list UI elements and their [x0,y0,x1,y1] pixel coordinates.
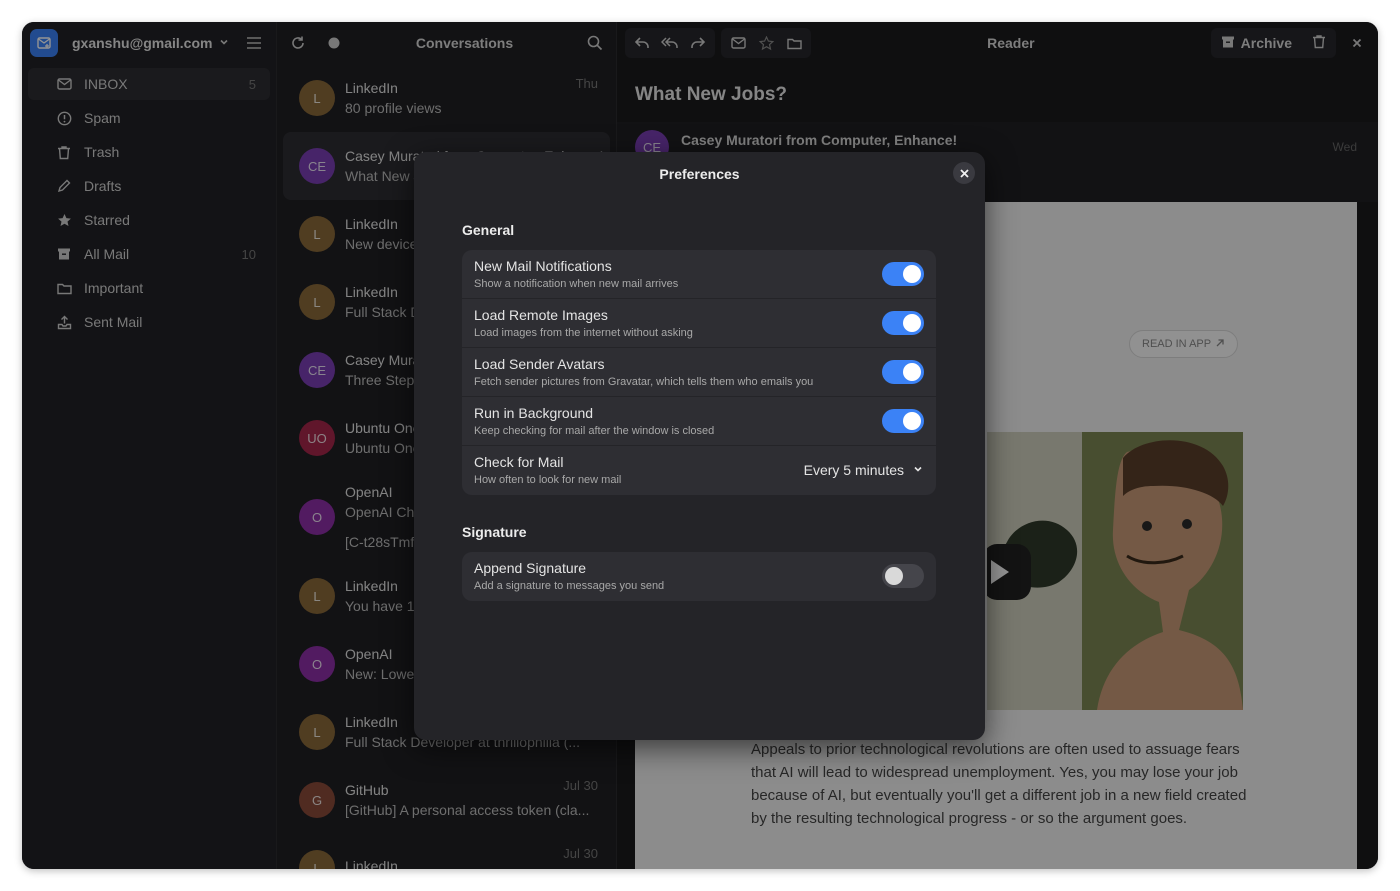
check-interval-dropdown[interactable]: Every 5 minutes [804,462,924,478]
setting-title: Append Signature [474,560,587,576]
setting-load-sender-avatars: Load Sender Avatars Fetch sender picture… [462,348,936,397]
toggle-switch[interactable] [882,262,924,286]
section-title-general: General [462,222,515,238]
dropdown-value: Every 5 minutes [803,462,904,478]
toggle-switch[interactable] [882,311,924,335]
setting-append-signature: Append Signature Add a signature to mess… [462,552,936,601]
toggle-switch[interactable] [882,360,924,384]
section-title-signature: Signature [462,524,527,540]
setting-check-for-mail: Check for Mail How often to look for new… [462,446,936,495]
toggle-knob [903,363,921,381]
close-icon[interactable] [953,162,975,184]
setting-title: Load Remote Images [474,307,608,323]
setting-run-in-background: Run in Background Keep checking for mail… [462,397,936,446]
mail-app-window: gxanshu@gmail.com INBOX 5 Spam Trash Dra… [22,22,1378,869]
setting-title: Load Sender Avatars [474,356,605,372]
toggle-switch[interactable] [882,564,924,588]
setting-subtitle: Keep checking for mail after the window … [474,425,715,437]
chevron-down-icon [912,462,924,478]
setting-title: Run in Background [474,405,594,421]
setting-subtitle: Fetch sender pictures from Gravatar, whi… [474,376,814,388]
setting-subtitle: Show a notification when new mail arrive… [474,278,679,290]
toggle-knob [885,567,903,585]
setting-subtitle: Add a signature to messages you send [474,580,665,592]
toggle-knob [903,412,921,430]
setting-load-remote-images: Load Remote Images Load images from the … [462,299,936,348]
general-settings-group: New Mail Notifications Show a notificati… [462,250,936,495]
setting-new-mail-notifications: New Mail Notifications Show a notificati… [462,250,936,299]
toggle-switch[interactable] [882,409,924,433]
signature-settings-group: Append Signature Add a signature to mess… [462,552,936,601]
toggle-knob [903,314,921,332]
dialog-title: Preferences [659,166,740,182]
setting-subtitle: Load images from the internet without as… [474,327,693,339]
setting-title: New Mail Notifications [474,258,612,274]
preferences-dialog: Preferences General New Mail Notificatio… [414,152,985,740]
toggle-knob [903,265,921,283]
